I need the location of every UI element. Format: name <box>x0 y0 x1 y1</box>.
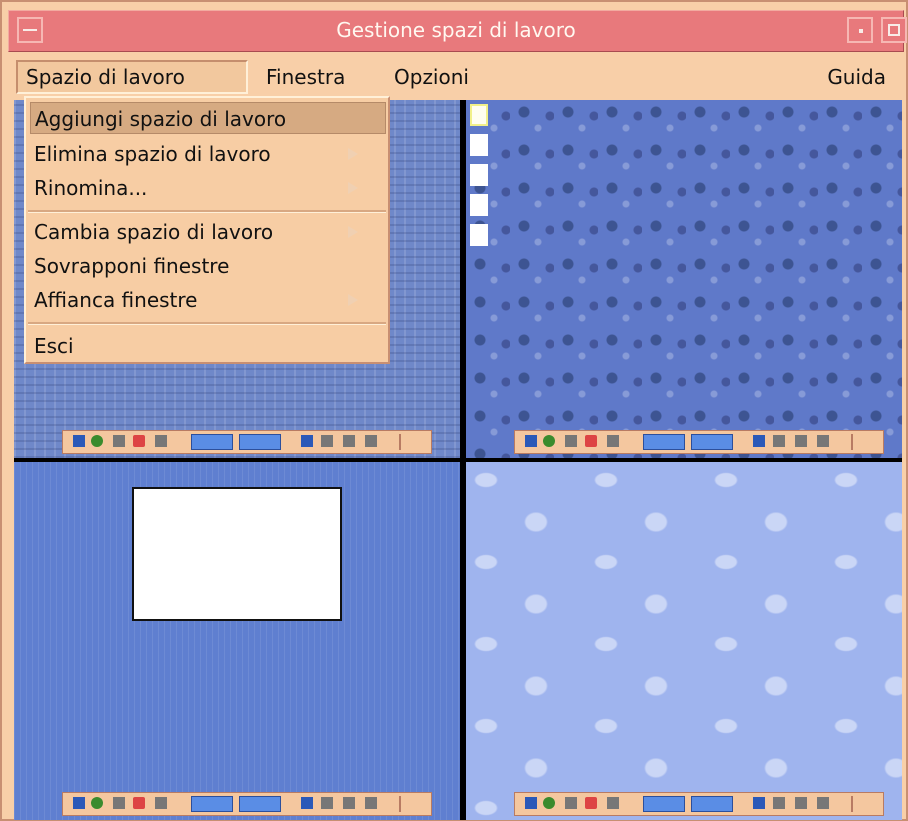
panel-divider <box>851 796 853 812</box>
menu-item-elimina-spazio[interactable]: Elimina spazio di lavoro <box>34 138 374 170</box>
workspace-switch-box <box>691 796 733 812</box>
menu-item-aggiungi-spazio[interactable]: Aggiungi spazio di lavoro <box>30 102 386 134</box>
window-thumbnail[interactable] <box>470 134 488 156</box>
front-panel-workspace-4 <box>514 792 884 816</box>
window-thumbnail[interactable] <box>470 224 488 246</box>
menu-finestra-label: Finestra <box>266 65 346 89</box>
panel-icon <box>343 797 355 809</box>
menu-separator <box>28 322 386 325</box>
title-bar[interactable]: Gestione spazi di lavoro <box>8 10 907 52</box>
panel-divider <box>851 434 853 450</box>
panel-icon <box>155 797 167 809</box>
window-thumbnail[interactable] <box>470 104 488 126</box>
menu-item-affianca[interactable]: Affianca finestre <box>34 284 374 316</box>
panel-divider <box>399 434 401 450</box>
menu-item-cambia-spazio[interactable]: Cambia spazio di lavoro <box>34 216 374 248</box>
panel-icon <box>607 797 619 809</box>
panel-icon <box>113 797 125 809</box>
panel-icon <box>525 797 537 809</box>
panel-icon <box>133 797 145 809</box>
menu-item-label: Esci <box>34 334 74 358</box>
menu-item-label: Elimina spazio di lavoro <box>34 142 271 166</box>
submenu-arrow-icon <box>348 182 358 194</box>
front-panel-workspace-3 <box>62 792 432 816</box>
workspace-switch-box <box>643 434 685 450</box>
panel-icon <box>525 435 537 447</box>
panel-icon <box>773 797 785 809</box>
minimize-button[interactable] <box>847 17 873 43</box>
panel-icon <box>543 797 555 809</box>
menu-opzioni[interactable]: Opzioni <box>386 60 490 94</box>
panel-divider <box>399 796 401 812</box>
submenu-arrow-icon <box>348 148 358 160</box>
panel-icon <box>585 797 597 809</box>
workspace-switch-box <box>191 796 233 812</box>
panel-icon <box>565 797 577 809</box>
menu-item-esci[interactable]: Esci <box>34 330 74 362</box>
window-thumbnail[interactable] <box>470 164 488 186</box>
workspace-switch-box <box>239 796 281 812</box>
window-thumbnail[interactable] <box>132 487 342 621</box>
front-panel-workspace-1 <box>62 430 432 454</box>
menu-spazio-di-lavoro[interactable]: Spazio di lavoro <box>16 60 248 94</box>
panel-icon <box>753 435 765 447</box>
panel-icon <box>753 797 765 809</box>
panel-icon <box>155 435 167 447</box>
workspace-switch-box <box>239 434 281 450</box>
panel-icon <box>607 435 619 447</box>
workspace-3-preview[interactable] <box>14 462 460 820</box>
menu-item-label: Affianca finestre <box>34 288 198 312</box>
panel-icon <box>817 435 829 447</box>
panel-icon <box>817 797 829 809</box>
menu-item-label: Cambia spazio di lavoro <box>34 220 274 244</box>
window-thumbnail[interactable] <box>470 194 488 216</box>
menu-item-label: Sovrapponi finestre <box>34 254 230 278</box>
submenu-arrow-icon <box>348 294 358 306</box>
panel-icon <box>795 435 807 447</box>
panel-icon <box>321 435 333 447</box>
panel-icon <box>585 435 597 447</box>
panel-icon <box>773 435 785 447</box>
panel-icon <box>73 797 85 809</box>
menu-separator <box>28 210 386 213</box>
menu-item-label: Aggiungi spazio di lavoro <box>35 107 287 131</box>
window-title: Gestione spazi di lavoro <box>336 18 576 42</box>
workspace-switch-box <box>643 796 685 812</box>
menu-spazio-di-lavoro-label: Spazio di lavoro <box>26 65 185 89</box>
panel-icon <box>565 435 577 447</box>
menu-guida-label: Guida <box>827 65 886 89</box>
panel-icon <box>73 435 85 447</box>
panel-icon <box>133 435 145 447</box>
workspace-manager-window: Gestione spazi di lavoro Spazio di lavor… <box>0 0 908 821</box>
submenu-arrow-icon <box>348 226 358 238</box>
spazio-di-lavoro-menu: Aggiungi spazio di lavoro Elimina spazio… <box>24 96 390 364</box>
panel-icon <box>343 435 355 447</box>
menu-item-sovrapponi[interactable]: Sovrapponi finestre <box>34 250 229 282</box>
menu-opzioni-label: Opzioni <box>394 65 469 89</box>
panel-icon <box>365 797 377 809</box>
menu-item-rinomina[interactable]: Rinomina... <box>34 172 374 204</box>
panel-icon <box>365 435 377 447</box>
workspace-switch-box <box>691 434 733 450</box>
panel-icon <box>301 435 313 447</box>
panel-icon <box>91 435 103 447</box>
workspace-switch-box <box>191 434 233 450</box>
menu-finestra[interactable]: Finestra <box>258 60 370 94</box>
menu-guida[interactable]: Guida <box>814 60 894 94</box>
panel-icon <box>543 435 555 447</box>
panel-icon <box>795 797 807 809</box>
panel-icon <box>113 435 125 447</box>
workspace-4-preview[interactable] <box>466 462 902 820</box>
menu-bar: Spazio di lavoro Finestra Opzioni Guida <box>8 56 904 98</box>
panel-icon <box>321 797 333 809</box>
front-panel-workspace-2 <box>514 430 884 454</box>
menu-item-label: Rinomina... <box>34 176 148 200</box>
panel-icon <box>91 797 103 809</box>
maximize-button[interactable] <box>881 17 907 43</box>
panel-icon <box>301 797 313 809</box>
workspace-2-preview[interactable] <box>466 100 902 458</box>
